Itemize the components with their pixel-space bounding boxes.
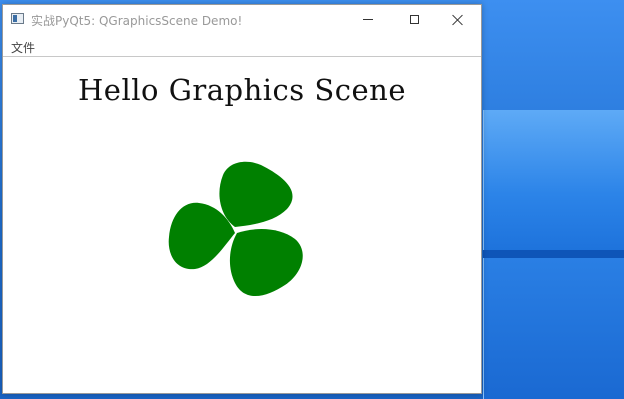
title-bar[interactable]: 实战PyQt5: QGraphicsScene Demo! <box>3 5 481 35</box>
windows-logo-pane-lower <box>483 258 624 399</box>
app-window: 实战PyQt5: QGraphicsScene Demo! 文件 Hello G… <box>2 4 482 394</box>
graphics-scene-view[interactable]: Hello Graphics Scene <box>3 57 481 393</box>
app-window-icon[interactable] <box>11 13 24 24</box>
maximize-button[interactable] <box>391 5 437 34</box>
menu-bar: 文件 <box>3 35 481 57</box>
clover-leaf-top <box>219 161 293 227</box>
clover-leaf-right <box>229 229 303 297</box>
maximize-icon <box>409 15 419 24</box>
close-button[interactable] <box>435 5 481 34</box>
windows-logo-divider <box>483 250 624 258</box>
minimize-icon <box>363 19 373 20</box>
window-title: 实战PyQt5: QGraphicsScene Demo! <box>31 14 243 28</box>
windows-logo-pane-upper <box>483 110 624 250</box>
scene-title-text: Hello Graphics Scene <box>78 73 406 107</box>
minimize-button[interactable] <box>345 5 391 34</box>
close-icon <box>452 14 464 26</box>
menu-item-file[interactable]: 文件 <box>11 39 35 56</box>
clover-shape[interactable] <box>163 157 303 302</box>
